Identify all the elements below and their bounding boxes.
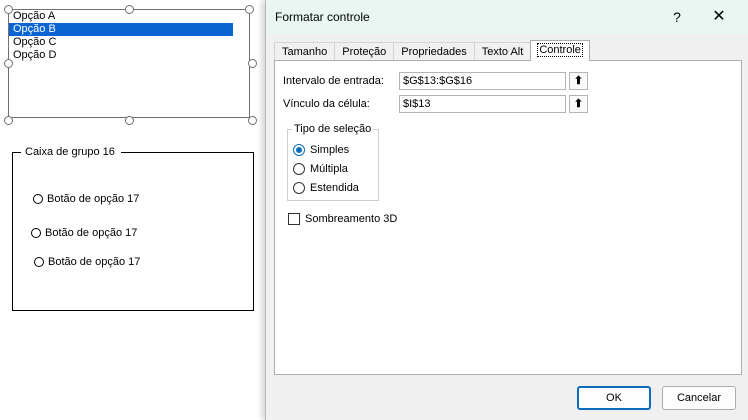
tab-propriedades[interactable]: Propriedades [393,42,475,61]
option-button-label: Botão de opção 17 [45,227,138,239]
list-item-selected[interactable]: Opção B [9,23,233,36]
radio-checked-icon [293,144,305,156]
collapse-dialog-icon[interactable]: ⬆ [569,95,588,113]
resize-handle-bottom-right[interactable] [248,116,257,125]
dialog-title: Formatar controle [275,10,370,24]
radio-label: Simples [310,144,350,156]
radio-multipla[interactable]: Múltipla [293,162,348,176]
checkbox-icon [288,213,300,225]
radio-simples[interactable]: Simples [293,143,349,157]
control-tab-panel: Intervalo de entrada: $G$13:$G$16 ⬆ Vínc… [274,60,742,375]
radio-label: Múltipla [310,163,348,175]
tab-tamanho[interactable]: Tamanho [274,42,336,61]
input-range-field[interactable]: $G$13:$G$16 [399,72,566,90]
radio-label: Estendida [310,182,359,194]
tab-controle[interactable]: Controle [530,40,590,61]
option-button-label: Botão de opção 17 [47,193,140,205]
cell-link-field[interactable]: $I$13 [399,95,566,113]
cell-link-label: Vínculo da célula: [283,98,370,110]
list-item[interactable]: Opção C [9,36,249,49]
tab-protecao[interactable]: Proteção [334,42,395,61]
shading-3d-checkbox[interactable]: Sombreamento 3D [288,212,397,226]
option-button-control[interactable]: Botão de opção 17 [31,226,137,240]
close-icon[interactable]: ✕ [706,6,732,28]
resize-handle-top-left[interactable] [4,5,13,14]
format-control-dialog: Formatar controle ? ✕ Tamanho Proteção P… [265,0,748,420]
help-button[interactable]: ? [664,6,690,28]
radio-icon [293,182,305,194]
option-button-label: Botão de opção 17 [48,256,141,268]
input-range-label: Intervalo de entrada: [283,75,384,87]
resize-handle-right[interactable] [248,59,257,68]
tab-texto-alt[interactable]: Texto Alt [473,42,532,61]
dialog-titlebar[interactable]: Formatar controle ? ✕ [266,0,748,34]
shading-3d-label: Sombreamento 3D [305,213,398,225]
group-box-title: Caixa de grupo 16 [21,146,121,159]
radio-icon [293,163,305,175]
resize-handle-bottom-left[interactable] [4,116,13,125]
radio-icon [33,194,43,204]
selection-type-title: Tipo de seleção [292,123,374,135]
resize-handle-bottom[interactable] [125,116,134,125]
resize-handle-left[interactable] [4,59,13,68]
selection-type-group: Tipo de seleção Simples Múltipla Estendi… [287,123,379,201]
tab-controle-label: Controle [537,43,583,57]
option-button-control[interactable]: Botão de opção 17 [33,192,139,206]
resize-handle-top[interactable] [125,5,134,14]
group-box-control[interactable]: Caixa de grupo 16 Botão de opção 17 Botã… [12,146,254,311]
radio-icon [34,257,44,267]
tab-strip: Tamanho Proteção Propriedades Texto Alt … [274,40,590,61]
cancel-button[interactable]: Cancelar [662,386,736,410]
collapse-dialog-icon[interactable]: ⬆ [569,72,588,90]
ok-button[interactable]: OK [577,386,651,410]
resize-handle-top-right[interactable] [245,5,254,14]
list-box-control[interactable]: Opção A Opção B Opção C Opção D [8,9,250,118]
radio-estendida[interactable]: Estendida [293,181,359,195]
option-button-control[interactable]: Botão de opção 17 [34,255,140,269]
list-item[interactable]: Opção D [9,49,249,62]
radio-icon [31,228,41,238]
